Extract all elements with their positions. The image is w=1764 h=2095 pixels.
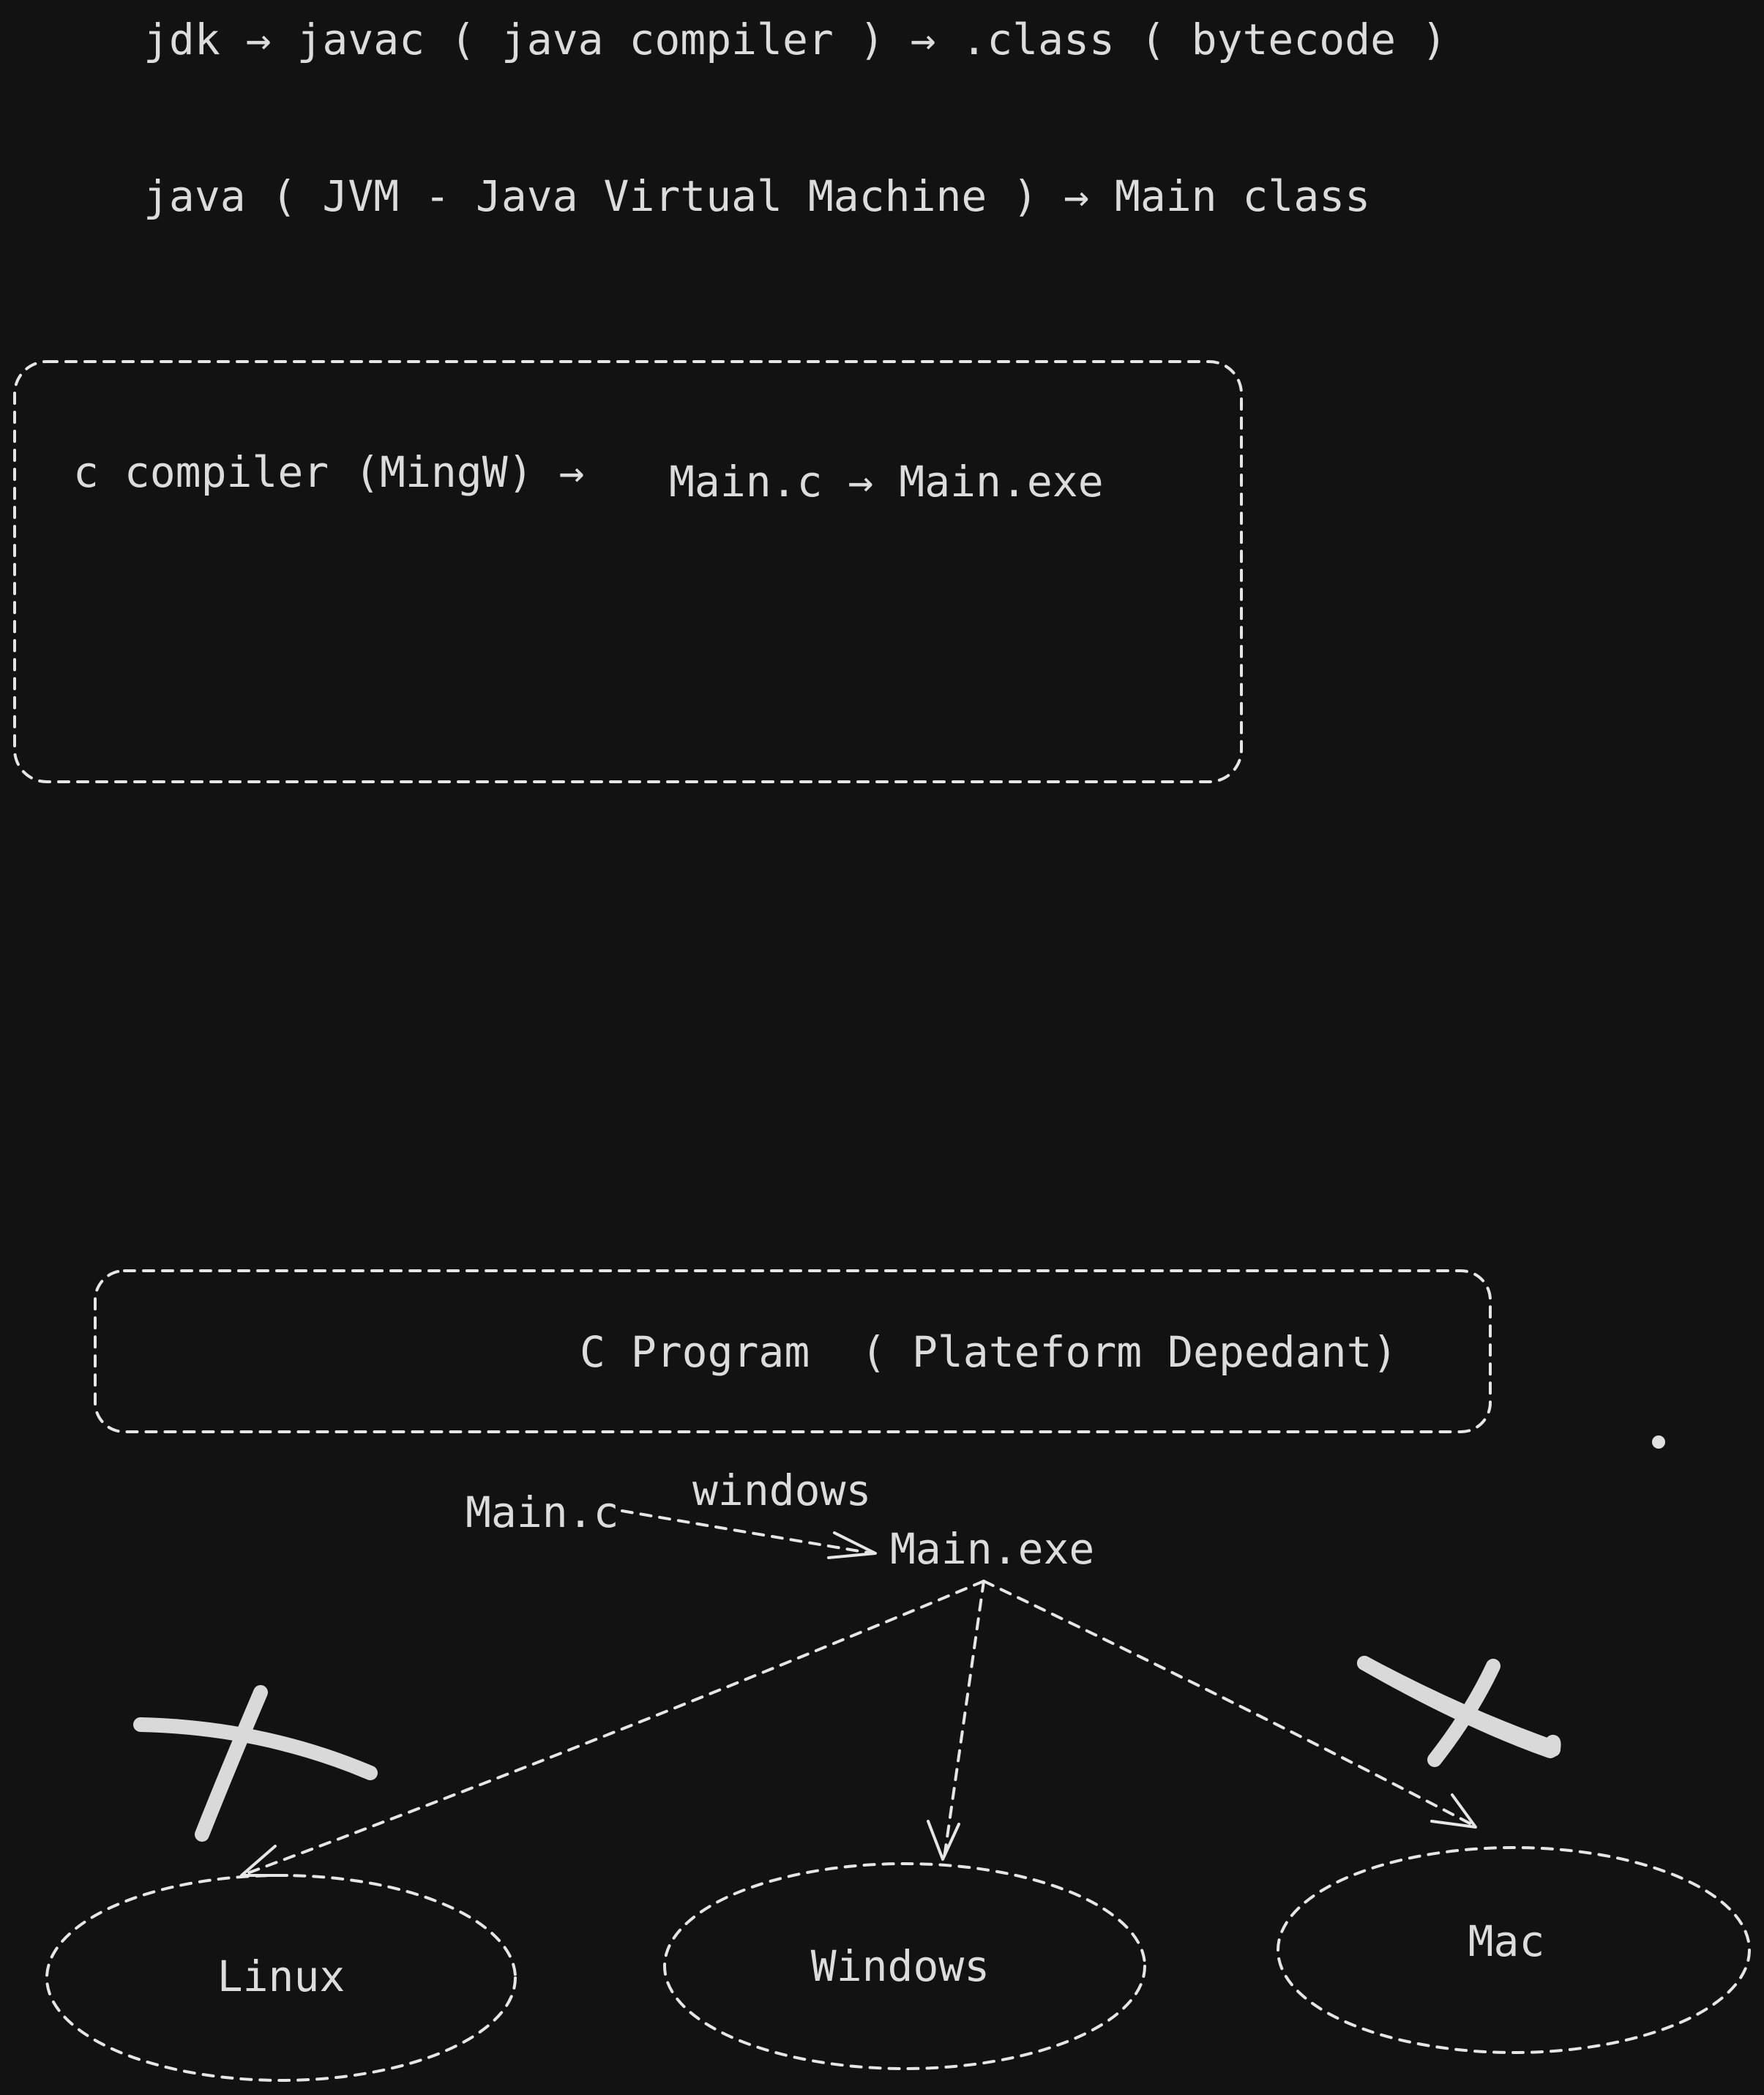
- windows-label: Windows: [811, 1941, 990, 1991]
- c-program-title: C Program ( Plateform Depedant): [580, 1327, 1397, 1377]
- mac-label: Mac: [1468, 1916, 1545, 1966]
- arrow-to-linux-head: [240, 1845, 288, 1877]
- jdk-compile-line: jdk → javac ( java compiler ) → .class (…: [143, 15, 1447, 64]
- target-exe-label: Main.exe: [890, 1524, 1094, 1574]
- edge-label-windows: windows: [692, 1465, 871, 1515]
- compile-arrowhead: [827, 1531, 877, 1559]
- mac-cross-mark: [1357, 1656, 1561, 1767]
- diagram-canvas: jdk → javac ( java compiler ) → .class (…: [13, 15, 1751, 2082]
- arrow-to-linux: [240, 1580, 985, 1877]
- linux-label: Linux: [217, 1952, 345, 2001]
- arrow-to-mac: [982, 1580, 1476, 1827]
- c-compile-flow: Main.c → Main.exe: [669, 457, 1104, 507]
- stray-dot: [1652, 1435, 1665, 1449]
- jvm-run-line: java ( JVM - Java Virtual Machine ) → Ma…: [143, 171, 1370, 221]
- source-file-label: Main.c: [466, 1487, 619, 1537]
- c-compiler-box: [13, 360, 1243, 783]
- linux-cross-mark: [133, 1685, 378, 1842]
- c-compiler-label: c compiler (MingW) →: [73, 447, 584, 497]
- arrow-to-windows: [943, 1580, 985, 1859]
